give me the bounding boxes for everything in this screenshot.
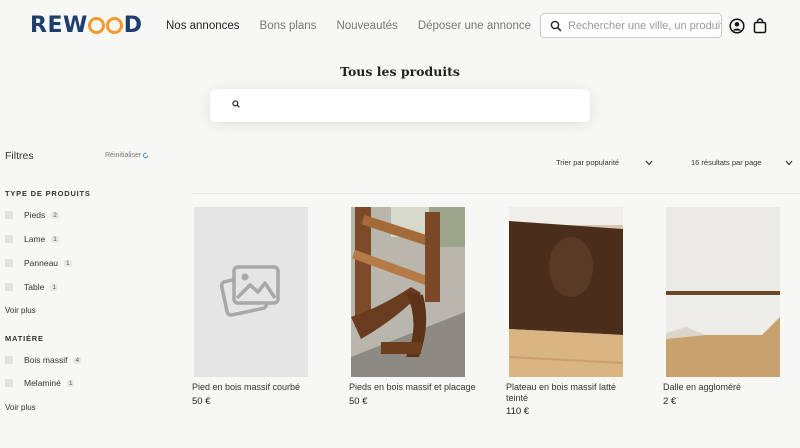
voir-plus-link[interactable]: Voir plus	[5, 403, 36, 412]
product-image[interactable]	[509, 207, 623, 377]
filter-option-melamine[interactable]: Melaminé 1	[5, 378, 75, 388]
shopping-bag-icon[interactable]	[752, 18, 768, 34]
count-badge: 1	[66, 379, 75, 387]
header-search-input[interactable]: Rechercher une ville, un produit...	[540, 13, 722, 38]
reset-label: Réinitialiser	[105, 152, 142, 159]
nav-nouveautes[interactable]: Nouveautés	[336, 20, 397, 32]
rewood-logo[interactable]: REW D	[30, 13, 143, 38]
product-price: 110 €	[506, 406, 530, 417]
product-price: 2 €	[663, 396, 677, 407]
count-badge: 1	[64, 259, 72, 267]
header-search-placeholder: Rechercher une ville, un produit...	[568, 19, 721, 32]
filter-option-pieds[interactable]: Pieds 2	[5, 210, 59, 220]
page-title: Tous les produits	[340, 64, 460, 79]
wooden-board-photo	[509, 207, 623, 377]
search-icon	[550, 20, 562, 32]
product-name[interactable]: Pied en bois massif courbé	[192, 382, 332, 393]
sort-select[interactable]: Trier par popularité	[556, 158, 653, 167]
main-nav: Nos annonces Bons plans Nouveautés Dépos…	[166, 20, 531, 32]
reset-filters-button[interactable]: Réinitialiser	[105, 152, 149, 159]
checkbox[interactable]	[5, 259, 13, 267]
checkbox[interactable]	[5, 356, 13, 364]
filter-section-matiere: MATIÈRE	[5, 334, 44, 343]
checkbox[interactable]	[5, 379, 13, 387]
count-badge: 1	[51, 235, 59, 243]
count-badge: 2	[51, 211, 59, 219]
chevron-down-icon	[645, 160, 653, 165]
filters-title: Filtres	[5, 150, 34, 162]
checkbox[interactable]	[5, 211, 13, 219]
search-icon	[232, 100, 240, 108]
top-bar: REW D Nos annonces Bons plans Nouveautés …	[0, 0, 800, 52]
per-page-select[interactable]: 16 résultats par page	[691, 158, 793, 167]
filter-option-panneau[interactable]: Panneau 1	[5, 258, 72, 268]
product-name[interactable]: Pieds en bois massif et placage	[349, 382, 489, 393]
filter-option-lame[interactable]: Lame 1	[5, 234, 59, 244]
checkbox[interactable]	[5, 235, 13, 243]
count-badge: 1	[50, 283, 58, 291]
particle-board-photo	[666, 207, 780, 377]
filter-section-type: TYPE DE PRODUITS	[5, 189, 91, 198]
image-placeholder-icon	[219, 265, 280, 317]
divider	[192, 193, 800, 194]
wooden-legs-photo	[351, 207, 465, 377]
filter-option-table[interactable]: Table 1	[5, 282, 58, 292]
product-name[interactable]: Plateau en bois massif latté teinté	[506, 382, 634, 404]
count-badge: 4	[73, 356, 82, 364]
product-search-input[interactable]	[210, 89, 590, 122]
chevron-down-icon	[786, 160, 793, 165]
nav-deposer-annonce[interactable]: Déposer une annonce	[418, 20, 531, 32]
product-name[interactable]: Dalle en aggloméré	[663, 382, 800, 393]
product-image[interactable]	[666, 207, 780, 377]
nav-nos-annonces[interactable]: Nos annonces	[166, 20, 240, 32]
product-image-placeholder[interactable]	[194, 207, 308, 377]
checkbox[interactable]	[5, 283, 13, 291]
filter-option-bois-massif[interactable]: Bois massif 4	[5, 355, 82, 365]
voir-plus-link[interactable]: Voir plus	[5, 306, 36, 315]
product-image[interactable]	[351, 207, 465, 377]
product-price: 50 €	[349, 396, 368, 407]
nav-bons-plans[interactable]: Bons plans	[260, 20, 317, 32]
user-icon[interactable]	[729, 18, 745, 34]
refresh-icon	[143, 152, 149, 159]
product-price: 50 €	[192, 396, 211, 407]
